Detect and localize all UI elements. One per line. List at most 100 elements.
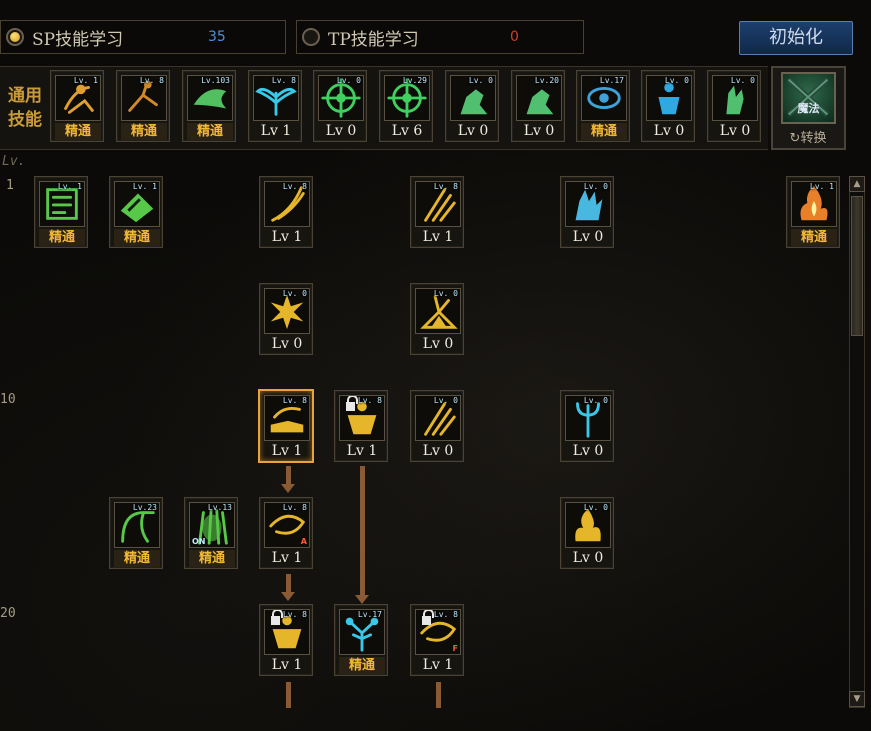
- connector-line: [360, 466, 365, 596]
- magic-swap-icon[interactable]: 魔法: [781, 72, 836, 124]
- tp-skill-tab[interactable]: TP技能学习 0: [296, 20, 584, 54]
- tree-skill-slot[interactable]: Lv. 8 Lv 1: [334, 390, 388, 462]
- fist-skill-icon[interactable]: Lv. 0: [450, 75, 496, 121]
- palm-skill-icon[interactable]: Lv. 0: [565, 181, 611, 227]
- skill-level-label: Lv 1: [271, 443, 303, 459]
- skill-required-level: Lv. 8: [139, 76, 164, 85]
- general-skill-slot[interactable]: Lv.17 精通: [576, 70, 630, 142]
- scroll-up-icon[interactable]: ▲: [849, 176, 865, 192]
- aura-skill-icon[interactable]: Lv.13 ON: [189, 502, 235, 548]
- skill-level-label: Lv 0: [523, 123, 555, 139]
- claw-skill-icon[interactable]: Lv. 8: [415, 181, 461, 227]
- tree-skill-slot[interactable]: Lv. 8 A Lv 1: [259, 497, 313, 569]
- tree-skill-slot[interactable]: Lv. 1 精通: [34, 176, 88, 248]
- lock-icon: [346, 396, 358, 411]
- general-skill-slot[interactable]: Lv. 0 Lv 0: [707, 70, 761, 142]
- trident-skill-icon[interactable]: Lv. 0: [565, 395, 611, 441]
- tree-skill-slot[interactable]: Lv.13 ON 精通: [184, 497, 238, 569]
- tree-skill-slot[interactable]: Lv. 1 精通: [109, 176, 163, 248]
- sp-radio-icon[interactable]: [6, 28, 24, 46]
- tree-skill-slot[interactable]: Lv. 0 Lv 0: [410, 390, 464, 462]
- tome-skill-icon[interactable]: Lv. 1: [114, 181, 160, 227]
- tree-skill-slot[interactable]: Lv. 0 Lv 0: [259, 283, 313, 355]
- reset-button[interactable]: 初始化: [739, 21, 853, 55]
- skill-level-label: Lv 0: [457, 123, 489, 139]
- fist-skill-icon[interactable]: Lv.20: [516, 75, 562, 121]
- skill-required-level: Lv.17: [357, 610, 382, 619]
- skill-level-label: Lv 0: [572, 229, 604, 245]
- skill-required-level: Lv. 8: [282, 396, 307, 405]
- skill-required-level: Lv.13: [207, 503, 232, 512]
- tree-skill-slot[interactable]: Lv. 8 Lv 1: [410, 176, 464, 248]
- skill-required-level: Lv. 0: [583, 396, 608, 405]
- tree-skill-slot[interactable]: Lv.17 精通: [334, 604, 388, 676]
- wings-skill-icon[interactable]: Lv. 8: [253, 75, 299, 121]
- body-skill-icon[interactable]: Lv. 0: [646, 75, 692, 121]
- tree-skill-slot[interactable]: Lv. 8 F Lv 1: [410, 604, 464, 676]
- general-skill-slot[interactable]: Lv.103 精通: [182, 70, 236, 142]
- skill-required-level: Lv.23: [132, 503, 157, 512]
- claw-skill-icon[interactable]: Lv. 0: [415, 395, 461, 441]
- tp-radio-icon[interactable]: [302, 28, 320, 46]
- warrior-skill-icon[interactable]: Lv. 8: [339, 395, 385, 441]
- target-skill-icon[interactable]: Lv.29: [384, 75, 430, 121]
- level-marker-1: 1: [6, 178, 14, 193]
- tree-skill-slot[interactable]: Lv. 1 精通: [786, 176, 840, 248]
- connector-arrow-icon: [281, 484, 295, 493]
- connector-line: [286, 574, 291, 594]
- scrollbar-thumb[interactable]: [851, 196, 863, 336]
- run-skill-icon[interactable]: Lv. 1: [55, 75, 101, 121]
- general-skill-slot[interactable]: Lv. 0 Lv 0: [445, 70, 499, 142]
- skill-level-label: Lv 1: [346, 443, 378, 459]
- swap-label[interactable]: ↻转换: [775, 127, 841, 146]
- general-skill-slot[interactable]: Lv. 1 精通: [50, 70, 104, 142]
- skill-mastered-label: 精通: [581, 123, 627, 140]
- book-skill-icon[interactable]: Lv. 1: [39, 181, 85, 227]
- burst-skill-icon[interactable]: Lv. 0: [264, 288, 310, 334]
- skill-required-level: Lv. 8: [271, 76, 296, 85]
- fire-skill-icon[interactable]: Lv. 1: [791, 181, 837, 227]
- star-skill-icon[interactable]: Lv. 0: [415, 288, 461, 334]
- skill-level-label: Lv 0: [422, 336, 454, 352]
- general-skill-slot[interactable]: Lv.20 Lv 0: [511, 70, 565, 142]
- flame-skill-icon[interactable]: Lv. 0: [565, 502, 611, 548]
- lock-icon: [271, 610, 283, 625]
- swirl-skill-icon[interactable]: Lv. 8 A: [264, 502, 310, 548]
- general-skill-slot[interactable]: Lv. 0 Lv 0: [641, 70, 695, 142]
- hand-skill-icon[interactable]: Lv. 0: [712, 75, 758, 121]
- warrior-skill-icon[interactable]: Lv. 8: [264, 609, 310, 655]
- tiger-skill-icon[interactable]: Lv.103: [187, 75, 233, 121]
- shoe-skill-icon[interactable]: Lv. 8: [264, 395, 310, 441]
- slash-skill-icon[interactable]: Lv. 8: [264, 181, 310, 227]
- skill-required-level: Lv.29: [402, 76, 427, 85]
- tree-skill-slot[interactable]: Lv.23 精通: [109, 497, 163, 569]
- swirl-skill-icon[interactable]: Lv. 8 F: [415, 609, 461, 655]
- general-skill-slot[interactable]: Lv. 8 Lv 1: [248, 70, 302, 142]
- general-skill-slot[interactable]: Lv.29 Lv 6: [379, 70, 433, 142]
- tree-skill-slot[interactable]: Lv. 8 Lv 1: [259, 390, 313, 462]
- arch-skill-icon[interactable]: Lv.23: [114, 502, 160, 548]
- sp-skill-tab[interactable]: SP技能学习 35: [0, 20, 286, 54]
- tree-skill-slot[interactable]: Lv. 0 Lv 0: [410, 283, 464, 355]
- skill-mastered-label: 精通: [121, 123, 167, 140]
- connector-line: [436, 682, 441, 708]
- general-skill-slot[interactable]: Lv. 8 精通: [116, 70, 170, 142]
- skill-tag: F: [452, 644, 458, 653]
- skill-required-level: Lv. 0: [583, 503, 608, 512]
- tree-skill-slot[interactable]: Lv. 8 Lv 1: [259, 176, 313, 248]
- tree-skill-slot[interactable]: Lv. 0 Lv 0: [560, 497, 614, 569]
- target-skill-icon[interactable]: Lv. 0: [318, 75, 364, 121]
- connector-line: [286, 466, 291, 486]
- skill-required-level: Lv. 8: [282, 503, 307, 512]
- scroll-down-icon[interactable]: ▼: [849, 691, 865, 707]
- tree-skill-slot[interactable]: Lv. 8 Lv 1: [259, 604, 313, 676]
- eye-skill-icon[interactable]: Lv.17: [581, 75, 627, 121]
- kick-skill-icon[interactable]: Lv. 8: [121, 75, 167, 121]
- tp-points: 0: [510, 29, 519, 45]
- skill-level-label: Lv 0: [422, 443, 454, 459]
- general-skill-slot[interactable]: Lv. 0 Lv 0: [313, 70, 367, 142]
- tree-skill-slot[interactable]: Lv. 0 Lv 0: [560, 176, 614, 248]
- swap-arrow-icon: ↻: [789, 131, 801, 146]
- tree-skill-icon[interactable]: Lv.17: [339, 609, 385, 655]
- tree-skill-slot[interactable]: Lv. 0 Lv 0: [560, 390, 614, 462]
